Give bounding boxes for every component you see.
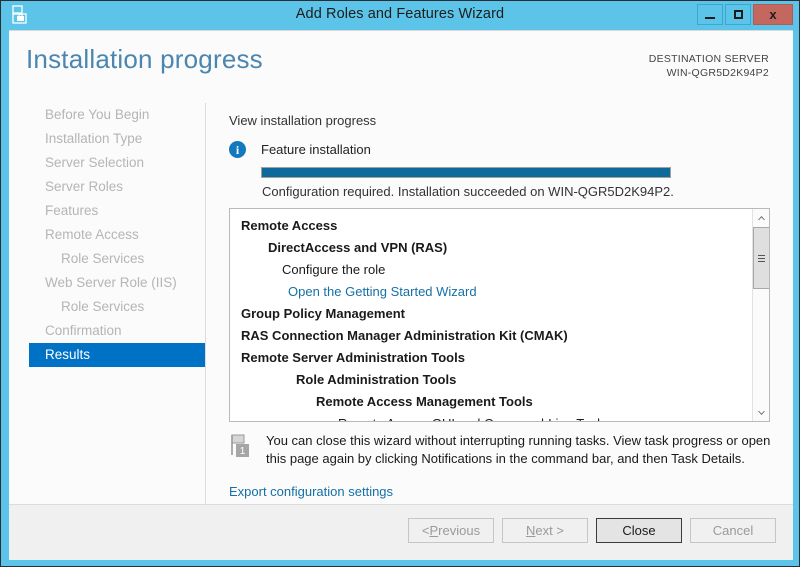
progress-bar-fill: [262, 168, 670, 177]
close-icon: x: [769, 7, 777, 22]
maximize-icon: [733, 10, 743, 19]
sidebar-item-label: Server Roles: [45, 179, 124, 194]
sidebar-item-label: Confirmation: [45, 323, 122, 338]
results-list-link[interactable]: Open the Getting Started Wizard: [230, 281, 752, 303]
sidebar-item-label: Role Services: [61, 299, 145, 314]
sidebar-item-results[interactable]: Results: [29, 343, 205, 367]
view-installation-progress-label: View installation progress: [229, 113, 377, 128]
progress-status-text: Configuration required. Installation suc…: [262, 184, 674, 199]
sidebar-item-label: Installation Type: [45, 131, 143, 146]
notification-flag-icon: 1: [229, 433, 253, 461]
results-list-item: Group Policy Management: [241, 306, 405, 321]
notification-note-text: You can close this wizard without interr…: [266, 433, 771, 466]
wizard-button-bar: < Previous Next > Close Cancel: [9, 504, 793, 560]
results-listbox[interactable]: Remote Access DirectAccess and VPN (RAS) C…: [229, 208, 770, 422]
sidebar-item-label: Features: [45, 203, 99, 218]
sidebar-item-features[interactable]: Features: [9, 199, 205, 223]
results-list-item: Configure the role: [282, 262, 386, 277]
title-bar: Add Roles and Features Wizard x: [1, 1, 799, 30]
window-title: Add Roles and Features Wizard: [295, 6, 505, 22]
close-button[interactable]: x: [753, 4, 793, 25]
cancel-button[interactable]: Cancel: [690, 518, 776, 543]
sidebar-item-role-services[interactable]: Role Services: [9, 295, 205, 319]
sidebar-item-label: Server Selection: [45, 155, 145, 170]
wizard-page: Installation progress DESTINATION SERVER…: [9, 30, 793, 560]
sidebar-item-server-selection[interactable]: Server Selection: [9, 151, 205, 175]
previous-button[interactable]: < Previous: [408, 518, 494, 543]
scroll-up-icon[interactable]: [753, 209, 769, 226]
sidebar-item-label: Before You Begin: [45, 107, 150, 122]
results-list-item: Role Administration Tools: [296, 372, 457, 387]
scrollbar-grip-icon: [758, 254, 765, 256]
content-pane: View installation progress i Feature ins…: [206, 103, 793, 528]
export-configuration-settings-link[interactable]: Export configuration settings: [229, 484, 393, 499]
minimize-icon: [705, 16, 715, 19]
sidebar-item-remote-access[interactable]: Remote Access: [9, 223, 205, 247]
results-list: Remote Access DirectAccess and VPN (RAS) C…: [230, 209, 752, 421]
installation-progress-bar: [261, 167, 671, 178]
minimize-button[interactable]: [697, 4, 723, 25]
wizard-step-nav: Before You Begin Installation Type Server …: [9, 103, 206, 528]
results-list-item: Remote Access GUI and Command-Line Tools: [230, 413, 752, 421]
sidebar-item-label: Role Services: [61, 251, 145, 266]
sidebar-item-label: Results: [45, 347, 91, 362]
sidebar-item-web-server-role-iis[interactable]: Web Server Role (IIS): [9, 271, 205, 295]
results-scrollbar[interactable]: [752, 209, 769, 421]
sidebar-item-server-roles[interactable]: Server Roles: [9, 175, 205, 199]
results-list-item: Remote Access: [241, 218, 338, 233]
sidebar-item-before-you-begin[interactable]: Before You Begin: [9, 103, 205, 127]
results-list-item: DirectAccess and VPN (RAS): [268, 240, 448, 255]
destination-server-block: DESTINATION SERVER WIN-QGR5D2K94P2: [649, 52, 769, 80]
page-header: Installation progress DESTINATION SERVER…: [9, 31, 793, 103]
maximize-button[interactable]: [725, 4, 751, 25]
wizard-window: Add Roles and Features Wizard x Installa…: [0, 0, 800, 567]
window-controls: x: [697, 4, 793, 25]
feature-installation-row: i Feature installation: [229, 141, 371, 158]
page-title: Installation progress: [26, 44, 263, 74]
sidebar-item-confirmation[interactable]: Confirmation: [9, 319, 205, 343]
close-button[interactable]: Close: [596, 518, 682, 543]
notification-note: 1 You can close this wizard without inte…: [229, 432, 774, 468]
footer-buttons: < Previous Next > Close Cancel: [408, 518, 776, 543]
info-icon: i: [229, 141, 246, 158]
svg-text:1: 1: [240, 446, 246, 457]
destination-server-name: WIN-QGR5D2K94P2: [666, 67, 769, 79]
scrollbar-thumb[interactable]: [753, 227, 769, 289]
next-button[interactable]: Next >: [502, 518, 588, 543]
results-list-item: Remote Server Administration Tools: [241, 350, 465, 365]
scroll-down-icon[interactable]: [753, 404, 769, 421]
results-list-item: RAS Connection Manager Administration Ki…: [241, 328, 568, 343]
destination-server-label: DESTINATION SERVER: [648, 53, 769, 65]
feature-installation-label: Feature installation: [261, 142, 371, 157]
sidebar-item-label: Remote Access: [45, 227, 139, 242]
sidebar-item-role-services[interactable]: Role Services: [9, 247, 205, 271]
page-body: Before You Begin Installation Type Server …: [9, 103, 793, 528]
results-list-item: Remote Access Management Tools: [316, 394, 533, 409]
sidebar-item-label: Web Server Role (IIS): [45, 275, 177, 290]
sidebar-item-installation-type[interactable]: Installation Type: [9, 127, 205, 151]
